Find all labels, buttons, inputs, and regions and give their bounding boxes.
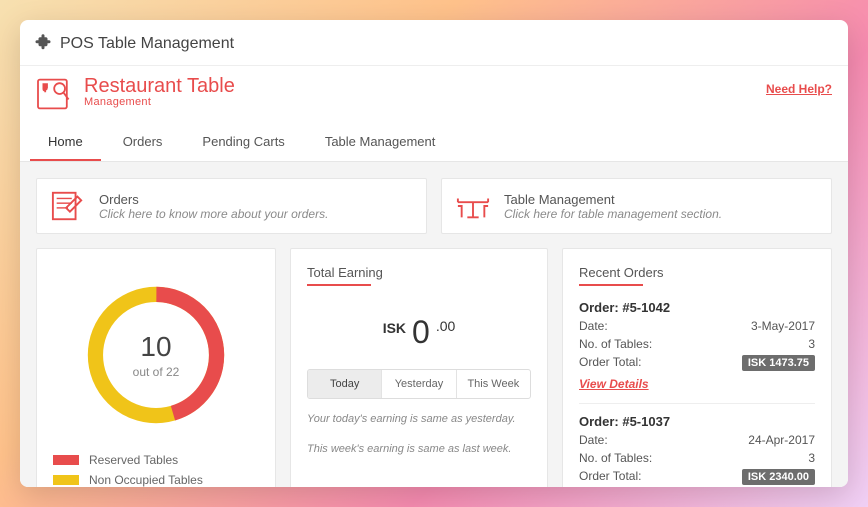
- order-tables-k: No. of Tables:: [579, 451, 652, 465]
- brand: Restaurant Table Management: [36, 76, 235, 112]
- seg-this-week[interactable]: This Week: [456, 370, 530, 398]
- tabs: Home Orders Pending Carts Table Manageme…: [20, 124, 848, 162]
- view-details-link[interactable]: View Details: [579, 377, 649, 391]
- earning-frac: .00: [436, 318, 455, 334]
- seg-yesterday[interactable]: Yesterday: [381, 370, 455, 398]
- order-date-v: 3-May-2017: [751, 319, 815, 333]
- brand-subtitle: Management: [84, 97, 235, 109]
- earning-whole: 0: [412, 314, 430, 351]
- order-total-k: Order Total:: [579, 469, 641, 485]
- brand-text: Restaurant Table Management: [84, 76, 235, 109]
- header: Restaurant Table Management Need Help?: [20, 66, 848, 112]
- earning-note-2: This week's earning is same as last week…: [307, 441, 531, 459]
- order-total-row: Order Total: ISK 1473.75: [579, 355, 815, 371]
- tab-table-management[interactable]: Table Management: [307, 124, 454, 161]
- titlebar: POS Table Management: [20, 20, 848, 66]
- content: Orders Click here to know more about you…: [20, 162, 848, 487]
- legend-free: Non Occupied Tables: [53, 473, 259, 487]
- order-total-badge: ISK 1473.75: [742, 355, 815, 371]
- earning-value: ISK 0 .00: [307, 314, 531, 351]
- table-icon: [454, 189, 492, 223]
- order-divider: [579, 403, 815, 404]
- card-table-management[interactable]: Table Management Click here for table ma…: [441, 178, 832, 234]
- order-date-k: Date:: [579, 433, 608, 447]
- donut-chart: 10 out of 22: [76, 275, 236, 435]
- tab-orders[interactable]: Orders: [105, 124, 181, 161]
- order-date-k: Date:: [579, 319, 608, 333]
- app-window: POS Table Management Restaurant Table Ma…: [20, 20, 848, 487]
- brand-title: Restaurant Table: [84, 76, 235, 97]
- order-total-row: Order Total: ISK 2340.00: [579, 469, 815, 485]
- legend-free-label: Non Occupied Tables: [89, 473, 203, 487]
- earning-panel: Total Earning ISK 0 .00 Today Yesterday …: [290, 248, 548, 487]
- swatch-reserved: [53, 455, 79, 465]
- card-table-title: Table Management: [504, 192, 722, 207]
- stats-row: 10 out of 22 Reserved Tables Non Occupie…: [36, 248, 832, 487]
- order-tables-row: No. of Tables: 3: [579, 337, 815, 351]
- info-row: Orders Click here to know more about you…: [36, 178, 832, 234]
- recent-orders-panel: Recent Orders Order: #5-1042 Date: 3-May…: [562, 248, 832, 487]
- order-tables-row: No. of Tables: 3: [579, 451, 815, 465]
- swatch-free: [53, 475, 79, 485]
- card-table-subtitle: Click here for table management section.: [504, 207, 722, 221]
- legend-reserved-label: Reserved Tables: [89, 453, 178, 467]
- orders-icon: [49, 189, 87, 223]
- card-orders-subtitle: Click here to know more about your order…: [99, 207, 328, 221]
- order-id: Order: #5-1042: [579, 300, 815, 315]
- earning-heading: Total Earning: [307, 265, 531, 280]
- order-total-k: Order Total:: [579, 355, 641, 371]
- order-date-row: Date: 24-Apr-2017: [579, 433, 815, 447]
- tab-home[interactable]: Home: [30, 124, 101, 161]
- window-title: POS Table Management: [60, 35, 234, 53]
- order-block-1: Order: #5-1037 Date: 24-Apr-2017 No. of …: [579, 414, 815, 485]
- donut-value: 10: [140, 331, 171, 363]
- earning-currency: ISK: [383, 320, 406, 336]
- earning-range-segment: Today Yesterday This Week: [307, 369, 531, 399]
- brand-icon: [36, 76, 76, 112]
- recent-heading: Recent Orders: [579, 265, 815, 280]
- card-orders[interactable]: Orders Click here to know more about you…: [36, 178, 427, 234]
- order-tables-v: 3: [808, 451, 815, 465]
- order-tables-v: 3: [808, 337, 815, 351]
- help-link[interactable]: Need Help?: [766, 82, 832, 96]
- earning-note-1: Your today's earning is same as yesterda…: [307, 411, 531, 429]
- donut-legend: Reserved Tables Non Occupied Tables: [53, 453, 259, 487]
- order-total-badge: ISK 2340.00: [742, 469, 815, 485]
- donut-center: 10 out of 22: [76, 275, 236, 435]
- puzzle-icon: [34, 32, 52, 55]
- donut-panel: 10 out of 22 Reserved Tables Non Occupie…: [36, 248, 276, 487]
- donut-out-of: out of 22: [133, 365, 180, 379]
- legend-reserved: Reserved Tables: [53, 453, 259, 467]
- earning-rule: [307, 284, 371, 286]
- order-block-0: Order: #5-1042 Date: 3-May-2017 No. of T…: [579, 300, 815, 393]
- order-tables-k: No. of Tables:: [579, 337, 652, 351]
- card-orders-title: Orders: [99, 192, 328, 207]
- seg-today[interactable]: Today: [308, 370, 381, 398]
- recent-rule: [579, 284, 643, 286]
- order-date-row: Date: 3-May-2017: [579, 319, 815, 333]
- order-date-v: 24-Apr-2017: [748, 433, 815, 447]
- tab-pending-carts[interactable]: Pending Carts: [184, 124, 302, 161]
- order-id: Order: #5-1037: [579, 414, 815, 429]
